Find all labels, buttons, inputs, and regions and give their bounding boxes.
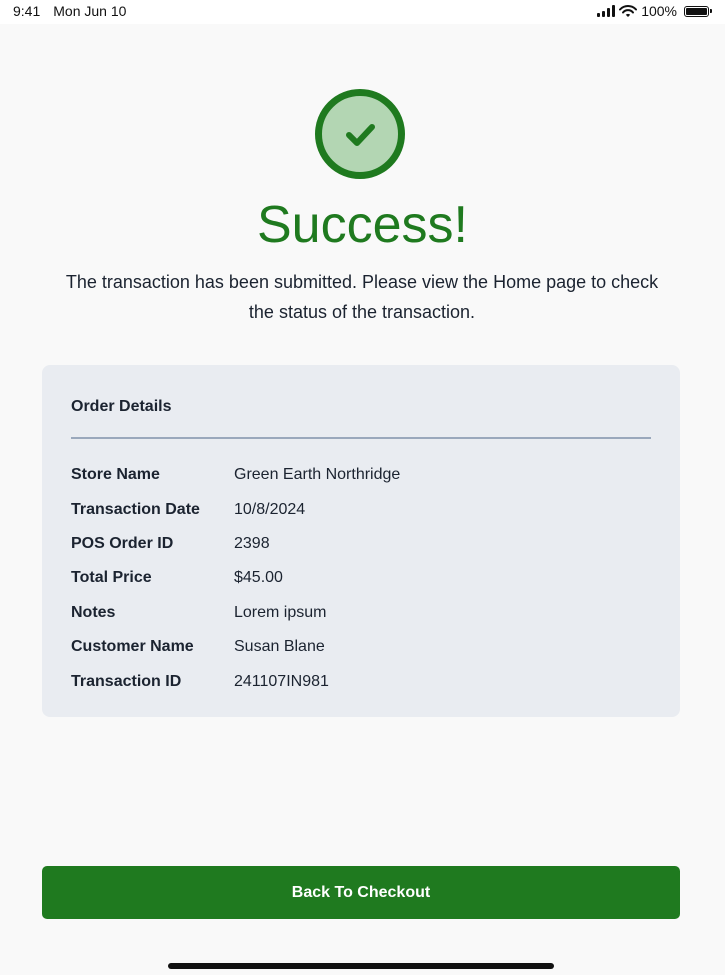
success-message: The transaction has been submitted. Plea…	[65, 272, 659, 322]
checkmark-icon	[346, 124, 375, 146]
detail-label: Store Name	[71, 466, 160, 484]
order-details-card: Order Details Store Name Green Earth Nor…	[42, 365, 680, 717]
detail-label: Transaction Date	[71, 500, 200, 518]
detail-value: 2398	[234, 534, 270, 552]
detail-row-notes: Notes Lorem ipsum	[71, 596, 651, 630]
detail-label: POS Order ID	[71, 534, 174, 552]
detail-label: Total Price	[71, 569, 152, 587]
success-title: Success!	[257, 196, 468, 254]
status-time: 9:41	[13, 3, 41, 19]
detail-label: Notes	[71, 603, 116, 621]
battery-percent: 100%	[641, 3, 677, 19]
battery-fill	[686, 7, 707, 15]
detail-value: $45.00	[234, 569, 283, 587]
success-screen: Success! The transaction has been submit…	[0, 24, 725, 975]
wifi-icon	[619, 4, 638, 17]
detail-row-transaction-date: Transaction Date 10/8/2024	[71, 492, 651, 526]
status-bar: 9:41 Mon Jun 10 100%	[0, 0, 725, 24]
detail-value: Green Earth Northridge	[234, 466, 401, 484]
status-right: 100%	[597, 3, 712, 19]
detail-row-store-name: Store Name Green Earth Northridge	[71, 458, 651, 492]
detail-value: 10/8/2024	[234, 500, 306, 518]
status-date: Mon Jun 10	[53, 3, 127, 19]
order-details-list: Store Name Green Earth Northridge Transa…	[71, 458, 651, 699]
battery-icon	[684, 5, 712, 17]
detail-value: 241107IN981	[234, 672, 329, 690]
status-left: 9:41 Mon Jun 10	[13, 3, 126, 19]
check-circle-icon	[315, 89, 405, 179]
detail-label: Customer Name	[71, 638, 194, 656]
divider	[71, 437, 651, 439]
detail-row-customer-name: Customer Name Susan Blane	[71, 630, 651, 664]
cellular-signal-icon	[597, 5, 616, 17]
detail-value: Susan Blane	[234, 638, 325, 656]
home-indicator[interactable]	[168, 963, 554, 969]
back-to-checkout-button[interactable]: Back To Checkout	[42, 866, 680, 919]
detail-value: Lorem ipsum	[234, 603, 327, 621]
detail-row-transaction-id: Transaction ID 241107IN981	[71, 664, 651, 698]
detail-row-total-price: Total Price $45.00	[71, 561, 651, 595]
order-details-title: Order Details	[71, 398, 172, 415]
detail-label: Transaction ID	[71, 672, 182, 690]
detail-row-pos-order-id: POS Order ID 2398	[71, 527, 651, 561]
